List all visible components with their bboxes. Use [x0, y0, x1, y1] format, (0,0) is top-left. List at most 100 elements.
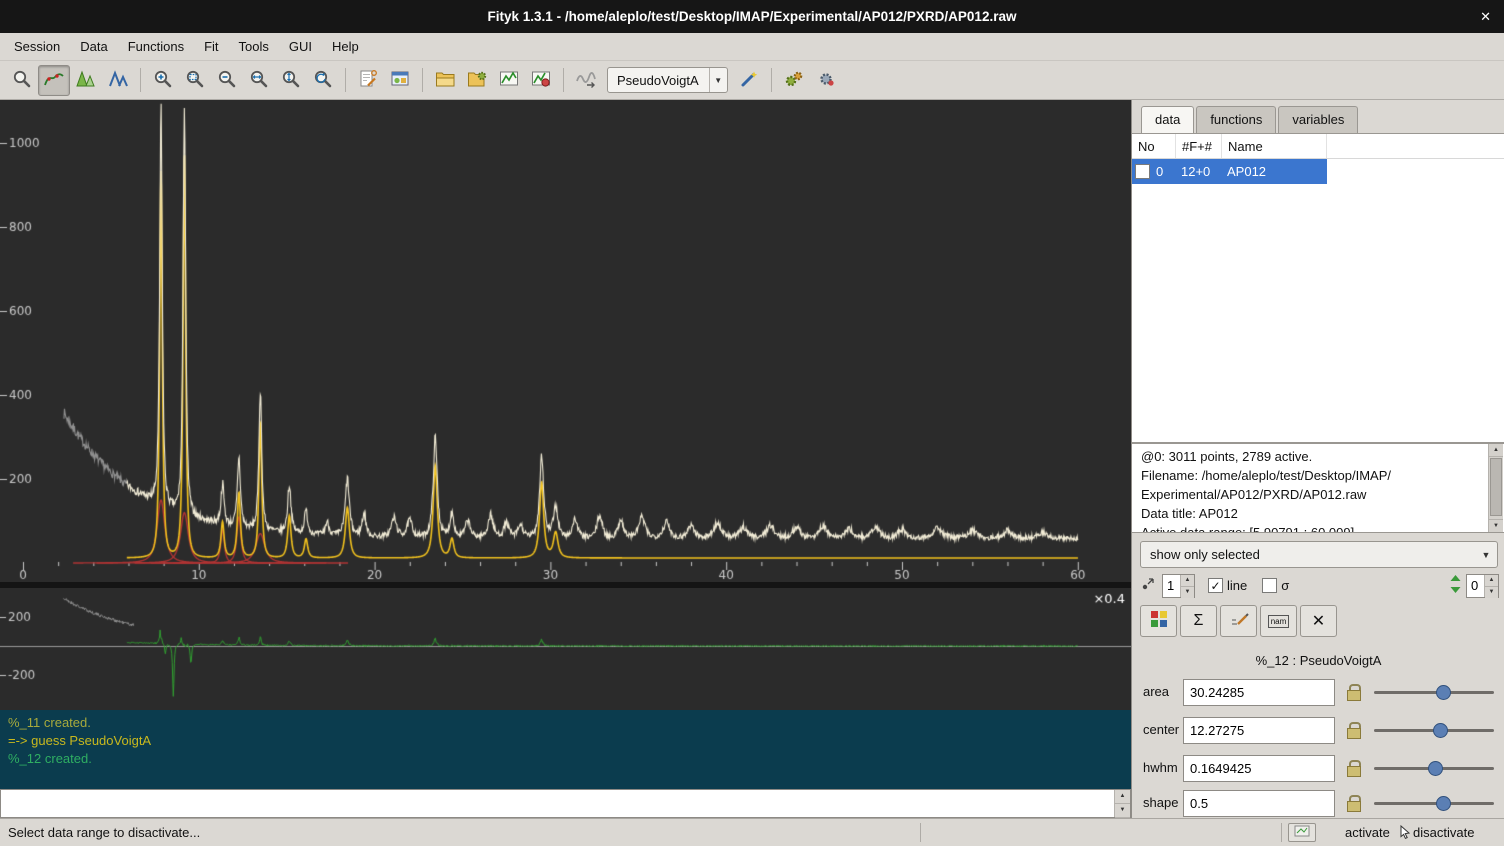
menu-session[interactable]: Session — [4, 34, 70, 59]
tab-variables[interactable]: variables — [1278, 106, 1358, 133]
param-center-slider[interactable] — [1374, 722, 1494, 739]
spin-up-icon[interactable]: ▲ — [1115, 790, 1130, 804]
param-slider-thumb-1[interactable] — [1433, 723, 1448, 738]
tab-data[interactable]: data — [1141, 106, 1194, 134]
main-plot-canvas[interactable] — [0, 100, 1131, 582]
gui-config-button[interactable] — [384, 65, 416, 96]
lock-icon[interactable] — [1347, 760, 1360, 775]
export-image-button[interactable] — [525, 65, 557, 96]
param-shape-input[interactable] — [1183, 790, 1335, 817]
status-plot-button[interactable] — [1288, 823, 1316, 842]
zoom-horizontal-button[interactable] — [243, 65, 275, 96]
param-center-input[interactable] — [1183, 717, 1335, 744]
window-title: Fityk 1.3.1 - /home/aleplo/test/Desktop/… — [0, 0, 1504, 33]
point-size-spinner[interactable]: ▲▼ — [1162, 574, 1195, 598]
menu-tools[interactable]: Tools — [229, 34, 279, 59]
function-toolbar: Σ nam ✕ — [1140, 605, 1337, 638]
tab-functions[interactable]: functions — [1196, 106, 1276, 133]
param-area-input[interactable] — [1183, 679, 1335, 706]
column-header-name[interactable]: Name — [1222, 134, 1327, 158]
scroll-thumb[interactable] — [1490, 458, 1502, 516]
spin-down-icon[interactable]: ▼ — [1181, 587, 1194, 598]
column-header-fcount[interactable]: #F+# — [1176, 134, 1222, 158]
menu-functions[interactable]: Functions — [118, 34, 194, 59]
menu-help[interactable]: Help — [322, 34, 369, 59]
function-type-dropdown[interactable]: PseudoVoigtA ▼ — [607, 67, 728, 93]
spinner-arrows[interactable]: ▲▼ — [1180, 575, 1194, 597]
info-line: @0: 3011 points, 2789 active. — [1141, 447, 1484, 466]
spin-up-icon[interactable]: ▲ — [1485, 575, 1498, 587]
shift-spinner[interactable]: ▲▼ — [1466, 574, 1499, 598]
aux-plot-canvas[interactable] — [0, 588, 1131, 710]
lock-icon[interactable] — [1347, 684, 1360, 699]
status-divider — [1281, 823, 1282, 842]
param-slider-thumb-2[interactable] — [1428, 761, 1443, 776]
chart-frame-icon — [498, 68, 520, 93]
info-line: Active data range: [5.90791 ; 60.009] — [1141, 523, 1484, 533]
filter-dropdown[interactable]: show only selected ▼ — [1140, 541, 1498, 568]
dataset-checkbox[interactable] — [1135, 164, 1150, 179]
rename-function-button[interactable]: nam — [1260, 605, 1297, 637]
fit-undo-button[interactable] — [810, 65, 842, 96]
zoom-out-button[interactable] — [211, 65, 243, 96]
command-input[interactable] — [1, 790, 1109, 817]
close-window-button[interactable]: ✕ — [1480, 0, 1491, 33]
display-controls: ▲▼ ✓ line σ ▲▼ — [1132, 572, 1504, 599]
param-area-slider[interactable] — [1374, 684, 1494, 701]
command-history-spinner[interactable]: ▲ ▼ — [1114, 790, 1130, 817]
activate-option[interactable]: activate — [1345, 819, 1390, 846]
lock-icon[interactable] — [1347, 722, 1360, 737]
output-console[interactable]: %_11 created. =-> guess PseudoVoigtA %_1… — [0, 710, 1131, 789]
add-peak-mode-button[interactable] — [70, 65, 102, 96]
scroll-down-icon[interactable]: ▼ — [1489, 519, 1503, 532]
info-scrollbar[interactable]: ▲ ▼ — [1488, 444, 1503, 532]
edit-function-button[interactable] — [1220, 605, 1257, 637]
fit-run-button[interactable] — [778, 65, 810, 96]
sum-button[interactable]: Σ — [1180, 605, 1217, 637]
lock-icon[interactable] — [1347, 795, 1360, 810]
zoom-vertical-icon — [280, 68, 302, 93]
data-transform-button[interactable] — [570, 65, 602, 96]
param-row-center: center — [1132, 712, 1504, 750]
menu-data[interactable]: Data — [70, 34, 117, 59]
data-range-mode-button[interactable] — [38, 65, 70, 96]
param-hwhm-slider[interactable] — [1374, 760, 1494, 777]
auto-add-peak-button[interactable] — [733, 65, 765, 96]
shift-value[interactable] — [1467, 575, 1484, 597]
spinner-arrows[interactable]: ▲▼ — [1484, 575, 1498, 597]
scroll-up-icon[interactable]: ▲ — [1489, 444, 1503, 457]
point-size-value[interactable] — [1163, 575, 1180, 597]
title-bar[interactable]: Fityk 1.3.1 - /home/aleplo/test/Desktop/… — [0, 0, 1504, 33]
tab-variables-label: variables — [1292, 112, 1344, 127]
param-slider-thumb-0[interactable] — [1436, 685, 1451, 700]
previous-zoom-button[interactable] — [307, 65, 339, 96]
column-header-no[interactable]: No — [1132, 134, 1176, 158]
disactivate-option[interactable]: disactivate — [1413, 819, 1474, 846]
sigma-sum-icon: Σ — [1194, 612, 1204, 630]
spin-down-icon[interactable]: ▼ — [1115, 804, 1130, 818]
peak-draw-mode-button[interactable] — [102, 65, 134, 96]
spin-down-icon[interactable]: ▼ — [1485, 587, 1498, 598]
param-slider-thumb-3[interactable] — [1436, 796, 1451, 811]
edit-script-button[interactable] — [352, 65, 384, 96]
dataset-colors-button[interactable] — [1140, 605, 1177, 637]
dataset-row[interactable]: 0 12+0 AP012 — [1132, 159, 1327, 184]
delete-function-button[interactable]: ✕ — [1300, 605, 1337, 637]
zoom-rect-button[interactable] — [179, 65, 211, 96]
zoom-vertical-button[interactable] — [275, 65, 307, 96]
execute-script-button[interactable] — [461, 65, 493, 96]
delete-x-icon: ✕ — [1312, 611, 1325, 631]
save-session-button[interactable] — [493, 65, 525, 96]
menu-fit[interactable]: Fit — [194, 34, 228, 59]
sigma-checkbox[interactable] — [1262, 578, 1277, 593]
zoom-in-button[interactable] — [147, 65, 179, 96]
menu-gui[interactable]: GUI — [279, 34, 322, 59]
line-checkbox[interactable]: ✓ — [1208, 578, 1223, 593]
param-shape-slider[interactable] — [1374, 795, 1494, 812]
zoom-mode-button[interactable] — [6, 65, 38, 96]
spin-up-icon[interactable]: ▲ — [1181, 575, 1194, 587]
param-hwhm-input[interactable] — [1183, 755, 1335, 782]
check-icon: ✓ — [1210, 579, 1220, 593]
dataset-list[interactable]: No #F+# Name 0 12+0 AP012 — [1132, 133, 1504, 443]
open-session-button[interactable] — [429, 65, 461, 96]
